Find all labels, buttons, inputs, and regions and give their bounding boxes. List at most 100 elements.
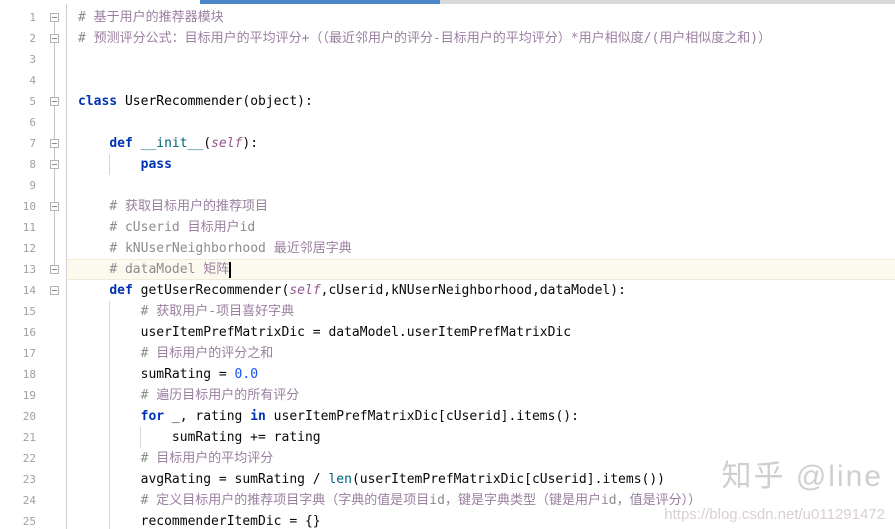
line-number: 24 xyxy=(22,494,36,507)
code-token: in xyxy=(250,409,266,424)
code-line[interactable] xyxy=(67,175,895,196)
line-number: 9 xyxy=(29,179,36,192)
code-token: # xyxy=(78,31,94,46)
line-number: 19 xyxy=(22,389,36,402)
line-number: 21 xyxy=(22,431,36,444)
code-line[interactable]: def getUserRecommender(self,cUserid,kNUs… xyxy=(67,280,895,301)
line-number: 4 xyxy=(29,74,36,87)
line-number: 13 xyxy=(22,263,36,276)
indent-guide xyxy=(109,301,111,529)
code-line-current[interactable]: # dataModel 矩阵 xyxy=(67,259,895,280)
line-number: 7 xyxy=(29,137,36,150)
line-number: 14 xyxy=(22,284,36,297)
line-number: 2 xyxy=(29,32,36,45)
code-token: userItemPrefMatrixDic[cUserid].items(): xyxy=(265,409,579,424)
fold-toggle-icon[interactable] xyxy=(50,202,59,211)
code-token: len xyxy=(328,472,352,487)
line-number: 8 xyxy=(29,158,36,171)
code-token: 矩阵 xyxy=(203,262,230,277)
code-token: sumRating += rating xyxy=(78,430,321,445)
code-token: id xyxy=(239,220,256,235)
code-token: def xyxy=(109,136,133,151)
code-line[interactable]: pass xyxy=(67,154,895,175)
code-token: # cUserid xyxy=(109,220,188,235)
code-line[interactable] xyxy=(67,112,895,133)
code-line[interactable]: # 获取用户-项目喜好字典 xyxy=(67,301,895,322)
fold-toggle-icon[interactable] xyxy=(50,265,59,274)
csdn-url-watermark: https://blog.csdn.net/u011291472 xyxy=(664,506,885,523)
code-token: 定义目标用户的推荐项目字典（字典的值是项目 xyxy=(156,493,430,508)
fold-toggle-icon[interactable] xyxy=(50,13,59,22)
code-token: self xyxy=(289,283,321,298)
code-line[interactable]: # 遍历目标用户的所有评分 xyxy=(67,385,895,406)
code-token: 预测评分公式：目标用户的平均评分+（（最近邻用户的评分-目标用户的平均评分）*用… xyxy=(93,31,772,46)
code-token: __init__ xyxy=(140,136,204,151)
code-line[interactable]: # cUserid 目标用户id xyxy=(67,217,895,238)
code-line[interactable]: # 预测评分公式：目标用户的平均评分+（（最近邻用户的评分-目标用户的平均评分）… xyxy=(67,28,895,49)
text-caret xyxy=(229,262,232,278)
code-token: (object): xyxy=(242,94,313,109)
line-number: 10 xyxy=(22,200,36,213)
code-line[interactable]: # 目标用户的评分之和 xyxy=(67,343,895,364)
code-token: 遍历目标用户的所有评分 xyxy=(156,388,300,403)
code-token: 获取目标用户的推荐项目 xyxy=(124,199,268,214)
line-number: 5 xyxy=(29,95,36,108)
line-number: 3 xyxy=(29,53,36,66)
fold-toggle-icon[interactable] xyxy=(50,97,59,106)
line-number: 1 xyxy=(29,11,36,24)
code-token: self xyxy=(211,136,243,151)
code-line[interactable]: sumRating += rating xyxy=(67,427,895,448)
horizontal-scrollbar[interactable] xyxy=(0,0,895,4)
code-line[interactable]: # 获取目标用户的推荐项目 xyxy=(67,196,895,217)
code-line[interactable]: userItemPrefMatrixDic = dataModel.userIt… xyxy=(67,322,895,343)
code-token: ): xyxy=(242,136,259,151)
code-token: _, rating xyxy=(164,409,251,424)
code-fold-gutter[interactable] xyxy=(44,0,66,529)
code-token: # xyxy=(140,304,157,319)
line-number: 20 xyxy=(22,410,36,423)
fold-toggle-icon[interactable] xyxy=(50,160,59,169)
line-number: 18 xyxy=(22,368,36,381)
code-line[interactable]: # kNUserNeighborhood 最近邻居字典 xyxy=(67,238,895,259)
gutter-separator xyxy=(66,0,67,529)
code-token: sumRating = xyxy=(78,367,235,382)
code-token: # xyxy=(109,199,125,214)
code-line[interactable]: def __init__(self): xyxy=(67,133,895,154)
code-line[interactable]: # 基于用户的推荐器模块 xyxy=(67,7,895,28)
code-token: # xyxy=(78,10,94,25)
code-line[interactable] xyxy=(67,49,895,70)
scrollbar-thumb[interactable] xyxy=(200,0,440,4)
line-number: 12 xyxy=(22,242,36,255)
line-number: 15 xyxy=(22,305,36,318)
code-token: (userItemPrefMatrixDic[cUserid].items()) xyxy=(351,472,666,487)
line-number: 25 xyxy=(22,515,36,528)
code-token: # kNUserNeighborhood xyxy=(109,241,274,256)
code-token: # xyxy=(140,388,157,403)
scrollbar-track-left[interactable] xyxy=(0,0,200,4)
code-line[interactable]: sumRating = 0.0 xyxy=(67,364,895,385)
code-editor-window: 1 2 3 4 5 6 7 8 9 10 11 12 13 14 15 16 17 18 19 20 21 22 23 24 2… xyxy=(0,0,895,529)
code-token: id xyxy=(429,493,445,508)
code-line[interactable]: class UserRecommender(object): xyxy=(67,91,895,112)
fold-toggle-icon[interactable] xyxy=(50,286,59,295)
code-line[interactable] xyxy=(67,70,895,91)
code-token: getUserRecommender xyxy=(140,283,282,298)
code-token: avgRating = sumRating / xyxy=(78,472,329,487)
indent-guide xyxy=(140,427,142,448)
fold-toggle-icon[interactable] xyxy=(50,139,59,148)
code-text-area[interactable]: # 基于用户的推荐器模块 # 预测评分公式：目标用户的平均评分+（（最近邻用户的评… xyxy=(67,0,895,529)
fold-toggle-icon[interactable] xyxy=(50,34,59,43)
code-token: ( xyxy=(203,136,212,151)
line-number: 22 xyxy=(22,452,36,465)
code-token: 最近邻居字典 xyxy=(273,241,352,256)
code-token: 目标用户的评分之和 xyxy=(156,346,274,361)
code-token: # xyxy=(140,346,157,361)
code-token: def xyxy=(109,283,133,298)
code-line[interactable]: for _, rating in userItemPrefMatrixDic[c… xyxy=(67,406,895,427)
code-token: id xyxy=(600,493,617,508)
